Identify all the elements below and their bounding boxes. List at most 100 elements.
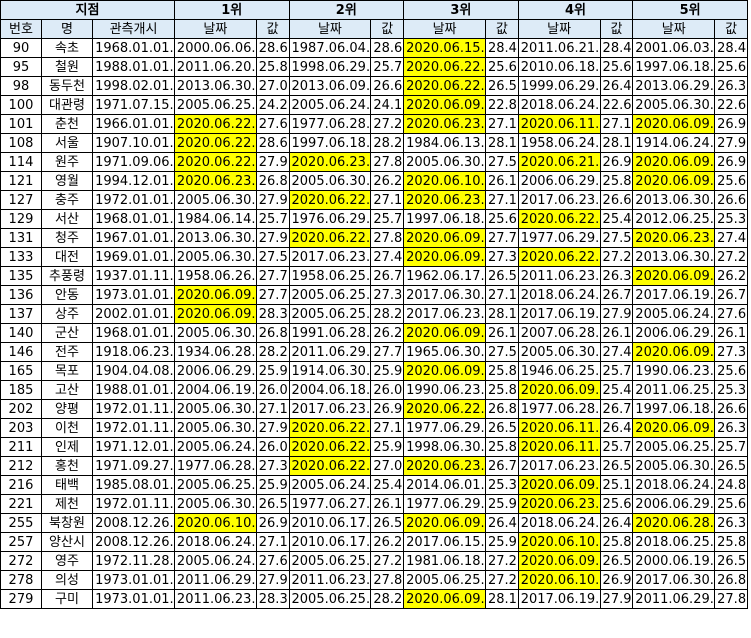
rank-5-date: 2018.06.25. [632,532,716,552]
rank-3-value: 28.1 [484,304,519,324]
rank-5-value: 26.3 [714,76,748,96]
rank-2-value: 26.2 [370,171,405,191]
rank-1-value: 26.8 [255,323,290,343]
station-number: 211 [0,437,42,457]
rank-5-date: 2013.06.30. [632,247,716,267]
rank-3-date: 1984.06.13. [403,133,486,153]
rank-3-date: 2020.06.22. [403,76,486,96]
rank-1-date: 2005.06.24. [173,437,257,457]
station-name: 목포 [40,361,94,381]
table-row: 98 동두천 1998.02.01. 2013.06.30. 27.0 2013.06.0… [0,76,748,96]
rank-5-date: 2011.06.29. [632,589,716,609]
rank-5-value: 26.3 [714,418,748,438]
observation-start-date: 1973.01.01. [92,589,175,609]
rank-5-value: 26.6 [714,190,748,210]
rank-3-value: 25.6 [484,209,519,229]
header-col-val: 값 [599,19,634,39]
table-row: 185 고산 1988.01.01. 2004.06.19. 26.0 2004.06.1… [0,380,748,400]
station-name: 양평 [40,399,94,419]
station-number: 203 [0,418,42,438]
rank-1-date: 2020.06.09. [173,285,257,305]
header-col-date: 날짜 [288,19,372,39]
table-row: 135 추풍령 1937.01.11. 1958.06.26. 27.7 1958.06.… [0,266,748,286]
rank-4-value: 25.6 [599,57,634,77]
rank-4-value: 22.6 [599,95,634,115]
rank-5-date: 2013.06.29. [632,76,716,96]
rank-5-date: 2020.06.09. [632,418,716,438]
rank-1-date: 2005.06.30. [173,494,257,514]
rank-4-value: 26.6 [599,190,634,210]
rank-4-date: 2017.06.23. [517,190,601,210]
rank-2-value: 26.0 [370,380,405,400]
station-name: 원주 [40,152,94,172]
rank-3-value: 26.7 [484,456,519,476]
header-col-name: 명 [40,19,94,39]
rank-2-value: 25.7 [370,209,405,229]
rank-1-value: 26.8 [255,171,290,191]
table-row: 101 춘천 1966.01.01. 2020.06.22. 27.6 1977.06.2… [0,114,748,134]
table-row: 114 원주 1971.09.06. 2020.06.22. 27.9 2020.06.2… [0,152,748,172]
station-name: 제천 [40,494,94,514]
rank-3-date: 1977.06.29. [403,418,486,438]
rank-1-value: 26.0 [255,380,290,400]
rank-2-date: 2020.06.23. [288,152,372,172]
station-name: 서산 [40,209,94,229]
station-name: 대관령 [40,95,94,115]
rank-4-date: 2020.06.11. [517,114,601,134]
rank-4-date: 2017.06.19. [517,304,601,324]
rank-4-date: 1958.06.24. [517,133,601,153]
rank-3-date: 2020.06.23. [403,456,486,476]
station-name: 양산시 [40,532,94,552]
observation-start-date: 1967.01.01. [92,228,175,248]
observation-start-date: 1971.07.15. [92,95,175,115]
station-number: 131 [0,228,42,248]
rank-2-value: 27.2 [370,551,405,571]
station-number: 202 [0,399,42,419]
rank-4-value: 25.7 [599,437,634,457]
rank-1-value: 27.9 [255,152,290,172]
observation-start-date: 1972.01.11. [92,418,175,438]
rank-1-date: 2013.06.30. [173,76,257,96]
table-row: 137 상주 2002.01.01. 2020.06.09. 28.3 2005.06.2… [0,304,748,324]
rank-3-date: 2020.06.23. [403,190,486,210]
table-row: 255 북창원 2008.12.26. 2020.06.10. 26.9 2010.06.… [0,513,748,533]
rank-5-date: 2005.06.25. [632,437,716,457]
observation-start-date: 1971.09.27. [92,456,175,476]
rank-3-date: 1997.06.18. [403,209,486,229]
station-name: 홍천 [40,456,94,476]
rank-4-date: 2005.06.30. [517,342,601,362]
rank-1-value: 26.5 [255,494,290,514]
rank-2-date: 2020.06.22. [288,437,372,457]
rank-4-value: 27.4 [599,342,634,362]
rank-4-date: 2020.06.11. [517,437,601,457]
station-number: 129 [0,209,42,229]
rank-4-value: 26.9 [599,152,634,172]
table-row: 221 제천 1972.01.11. 2005.06.30. 26.5 1977.06.2… [0,494,748,514]
rank-5-value: 22.6 [714,95,748,115]
rank-2-date: 2011.06.23. [288,570,372,590]
rank-1-date: 2011.06.29. [173,570,257,590]
station-name: 인제 [40,437,94,457]
observation-start-date: 1918.06.23. [92,342,175,362]
rank-2-date: 2005.06.30. [288,171,372,191]
station-number: 127 [0,190,42,210]
rank-2-date: 1958.06.25. [288,266,372,286]
rank-2-value: 26.2 [370,323,405,343]
rank-2-value: 25.4 [370,475,405,495]
rank-2-value: 24.1 [370,95,405,115]
station-number: 279 [0,589,42,609]
station-name: 청주 [40,228,94,248]
table-row: 211 인제 1971.12.01. 2005.06.24. 26.0 2020.06.2… [0,437,748,457]
rank-3-date: 2020.06.09. [403,228,486,248]
rank-3-date: 1981.06.18. [403,551,486,571]
rank-3-value: 27.5 [484,152,519,172]
rank-4-date: 1946.06.25. [517,361,601,381]
rank-4-value: 25.8 [599,171,634,191]
table-row: 121 영월 1994.12.01. 2020.06.23. 26.8 2005.06.3… [0,171,748,191]
rank-2-value: 27.2 [370,114,405,134]
table-row: 136 안동 1973.01.01. 2020.06.09. 27.7 2005.06.2… [0,285,748,305]
header-col-no: 번호 [0,19,42,39]
rank-2-value: 26.5 [370,513,405,533]
rank-3-value: 26.5 [484,76,519,96]
rank-2-date: 2005.06.25. [288,304,372,324]
